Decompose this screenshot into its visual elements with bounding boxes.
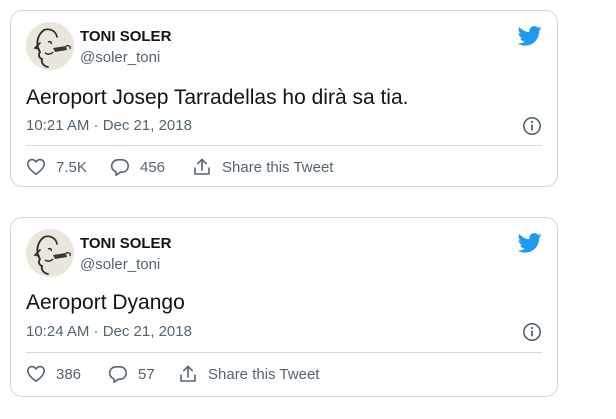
like-count: 7.5K [56,158,87,176]
divider [26,352,542,353]
reply-button[interactable]: 456 [110,157,192,177]
reply-button[interactable]: 57 [108,364,178,384]
share-label: Share this Tweet [208,365,320,383]
tweet-timestamp[interactable]: 10:24 AM · Dec 21, 2018 [26,323,192,340]
avatar[interactable] [26,22,74,70]
heart-icon [27,158,45,175]
tweet-card[interactable]: TONI SOLER @soler_toni Aeroport Josep Ta… [10,10,558,187]
twitter-bird-icon[interactable] [518,26,542,46]
tweet-actions: 7.5K 456 Share this Tweet [26,155,542,179]
tweet-text: Aeroport Dyango [26,291,185,314]
author-name[interactable]: TONI SOLER [80,28,171,45]
like-button[interactable]: 386 [26,364,108,384]
reply-bubble-icon [108,365,127,383]
heart-icon [27,365,45,382]
tweet-text: Aeroport Josep Tarradellas ho dirà sa ti… [26,86,409,109]
author-handle[interactable]: @soler_toni [80,49,160,66]
info-icon[interactable] [522,116,542,136]
tweet-timestamp[interactable]: 10:21 AM · Dec 21, 2018 [26,117,192,134]
avatar-sketch-icon [26,229,74,277]
author-name[interactable]: TONI SOLER [80,235,171,252]
reply-count: 57 [138,365,155,383]
share-label: Share this Tweet [222,158,334,176]
tweet-actions: 386 57 Share this Tweet [26,362,542,386]
tweet-card[interactable]: TONI SOLER @soler_toni Aeroport Dyango 1… [10,217,558,397]
share-icon [180,365,196,382]
reply-count: 456 [140,158,166,176]
twitter-bird-icon[interactable] [518,233,542,253]
share-button[interactable]: Share this Tweet [192,157,333,177]
share-button[interactable]: Share this Tweet [178,364,319,384]
info-icon[interactable] [522,322,542,342]
like-count: 386 [56,365,82,383]
avatar-sketch-icon [26,22,74,70]
divider [26,145,542,146]
like-button[interactable]: 7.5K [26,157,110,177]
reply-bubble-icon [110,158,129,176]
avatar[interactable] [26,229,74,277]
share-icon [194,158,210,175]
author-handle[interactable]: @soler_toni [80,256,160,273]
